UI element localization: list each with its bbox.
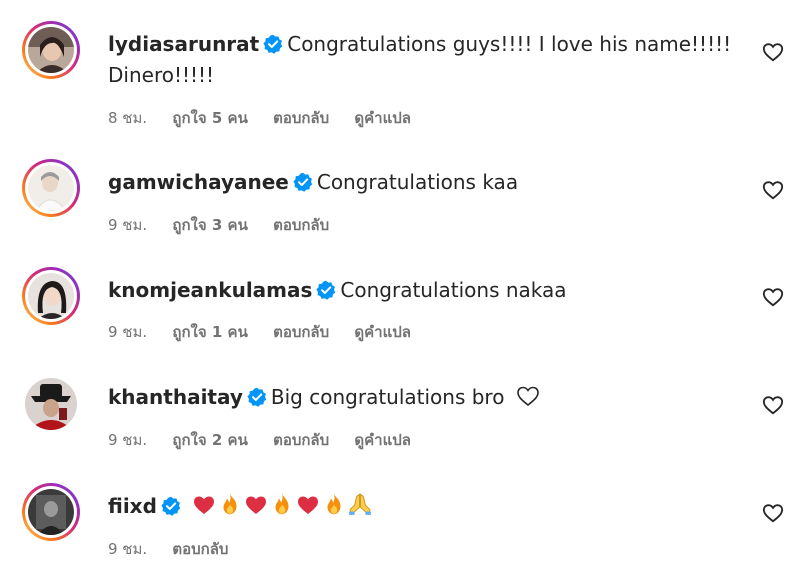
verified-badge-icon (316, 278, 336, 308)
comment-meta: 9 ชม. ตอบกลับ (108, 537, 248, 561)
like-heart-icon[interactable] (762, 286, 784, 308)
avatar-story-ring[interactable] (22, 267, 80, 325)
comment-body: gamwichayanee Congratulations kaa (108, 167, 728, 200)
avatar-container[interactable] (22, 375, 80, 433)
comment-text: Big congratulations bro (270, 385, 505, 409)
like-heart-icon[interactable] (762, 394, 784, 416)
comment-meta: 8 ชม. ถูกใจ 5 คน ตอบกลับ ดูคำแปล (108, 106, 431, 130)
comment-text-continued: Dinero!!!!! (108, 60, 728, 90)
folded-hands-emoji-icon (347, 491, 373, 525)
avatar[interactable] (28, 489, 74, 535)
avatar[interactable] (28, 165, 74, 211)
translate-button[interactable]: ดูคำแปล (354, 323, 411, 341)
white-heart-emoji-icon (515, 384, 541, 416)
comment-text: Congratulations nakaa (340, 278, 567, 302)
comment-meta: 9 ชม. ถูกใจ 1 คน ตอบกลับ ดูคำแปล (108, 320, 431, 344)
comment-meta: 9 ชม. ถูกใจ 3 คน ตอบกลับ (108, 213, 349, 237)
username[interactable]: gamwichayanee (108, 170, 289, 194)
avatar[interactable] (28, 27, 74, 73)
timestamp[interactable]: 8 ชม. (108, 109, 147, 127)
comment-body: lydiasarunrat Congratulations guys!!!! I … (108, 29, 732, 62)
fire-emoji-icon (321, 491, 347, 525)
avatar-story-ring[interactable] (22, 21, 80, 79)
like-heart-icon[interactable] (762, 179, 784, 201)
red-heart-emoji-icon (295, 493, 321, 525)
red-heart-emoji-icon (243, 493, 269, 525)
comment-text: Congratulations guys!!!! I love his name… (287, 32, 732, 56)
avatar[interactable] (28, 273, 74, 319)
reply-button[interactable]: ตอบกลับ (273, 431, 329, 449)
comment-meta: 9 ชม. ถูกใจ 2 คน ตอบกลับ ดูคำแปล (108, 428, 431, 452)
avatar-story-ring[interactable] (22, 483, 80, 541)
likes-count[interactable]: ถูกใจ 1 คน (172, 323, 247, 341)
username[interactable]: knomjeankulamas (108, 278, 312, 302)
reply-button[interactable]: ตอบกลับ (273, 216, 329, 234)
like-heart-icon[interactable] (762, 502, 784, 524)
verified-badge-icon (293, 170, 313, 200)
timestamp[interactable]: 9 ชม. (108, 216, 147, 234)
verified-badge-icon (247, 385, 267, 415)
username[interactable]: fiixd (108, 494, 157, 518)
translate-button[interactable]: ดูคำแปล (354, 431, 411, 449)
comment-body: knomjeankulamas Congratulations nakaa (108, 275, 728, 308)
translate-button[interactable]: ดูคำแปล (354, 109, 411, 127)
username[interactable]: khanthaitay (108, 385, 243, 409)
comment-body: khanthaitay Big congratulations bro (108, 382, 728, 416)
reply-button[interactable]: ตอบกลับ (273, 323, 329, 341)
verified-badge-icon (263, 32, 283, 62)
red-heart-emoji-icon (191, 493, 217, 525)
fire-emoji-icon (217, 491, 243, 525)
fire-emoji-icon (269, 491, 295, 525)
timestamp[interactable]: 9 ชม. (108, 323, 147, 341)
likes-count[interactable]: ถูกใจ 5 คน (172, 109, 247, 127)
likes-count[interactable]: ถูกใจ 2 คน (172, 431, 247, 449)
timestamp[interactable]: 9 ชม. (108, 431, 147, 449)
comment-text: Congratulations kaa (316, 170, 519, 194)
like-heart-icon[interactable] (762, 41, 784, 63)
timestamp[interactable]: 9 ชม. (108, 540, 147, 558)
avatar-story-ring[interactable] (22, 159, 80, 217)
reply-button[interactable]: ตอบกลับ (172, 540, 228, 558)
avatar[interactable] (25, 378, 77, 430)
comment-body: fiixd (108, 491, 728, 525)
comment-text-line2: Dinero!!!!! (108, 63, 215, 87)
likes-count[interactable]: ถูกใจ 3 คน (172, 216, 247, 234)
verified-badge-icon (161, 494, 181, 524)
username[interactable]: lydiasarunrat (108, 32, 259, 56)
reply-button[interactable]: ตอบกลับ (273, 109, 329, 127)
